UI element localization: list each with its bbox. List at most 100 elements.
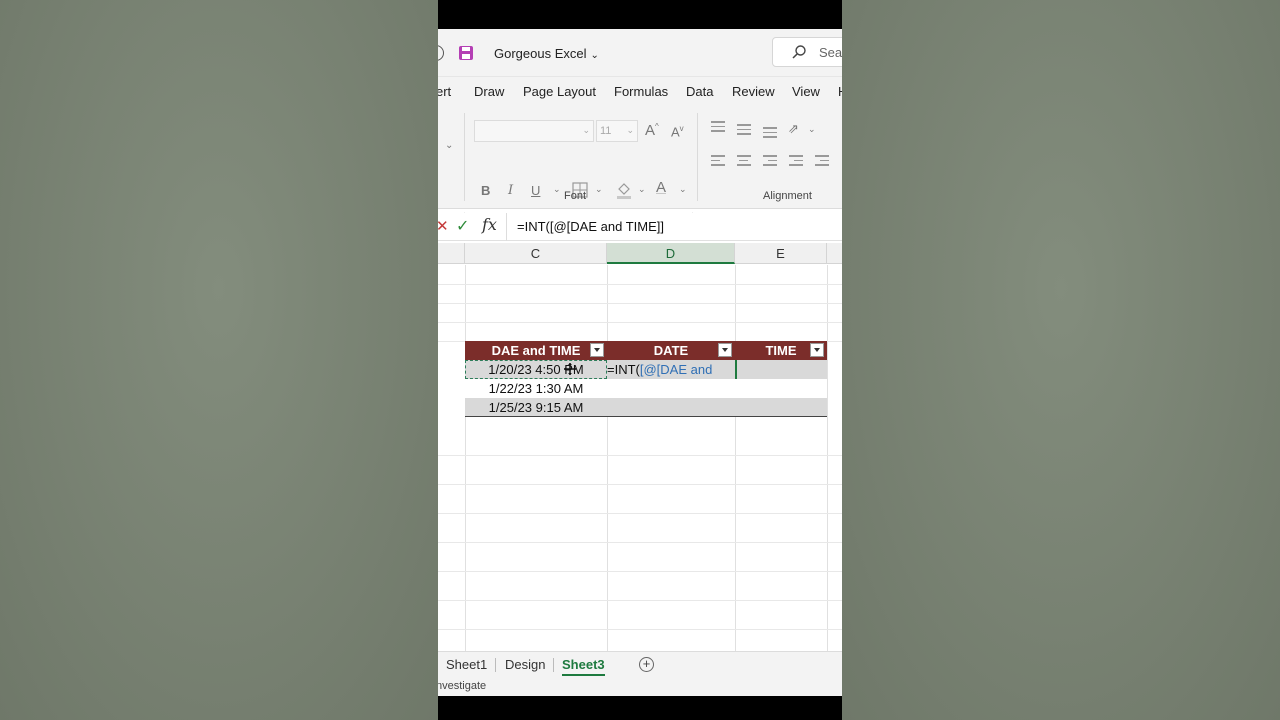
chevron-down-icon: ⌄ — [582, 125, 590, 135]
status-bar: nvestigate — [438, 677, 842, 696]
phone-frame: Gorgeous Excel⌄ Sear ert Draw Page Layou… — [438, 0, 842, 720]
tab-data[interactable]: Data — [686, 84, 713, 99]
cancel-icon[interactable]: ✕ — [438, 217, 449, 235]
font-size-value: 11 — [600, 125, 612, 137]
align-middle-icon[interactable] — [737, 124, 751, 138]
select-all-corner[interactable] — [438, 243, 465, 264]
chevron-down-icon: ⌄ — [626, 125, 634, 135]
grid-line — [438, 322, 842, 323]
italic-icon[interactable]: I — [508, 183, 513, 198]
add-sheet-icon[interactable]: + — [639, 657, 654, 672]
grid-line — [438, 542, 842, 543]
font-color-icon[interactable]: A — [656, 179, 666, 196]
column-header-e[interactable]: E — [735, 243, 827, 264]
sheet-tab-sheet1[interactable]: Sheet1 — [446, 657, 487, 672]
insert-function-icon[interactable]: fx — [482, 215, 497, 234]
ribbon: ⌄ ⌄ 11⌄ A^ Av B I U ⌄ ⌄ ⌄ A ⌄ ⇲ Font ⇲ — [438, 107, 842, 223]
autosave-toggle-icon[interactable] — [438, 45, 444, 61]
search-box[interactable]: Sear — [772, 37, 842, 67]
formula-input[interactable]: =INT([@[DAE and TIME]] — [506, 213, 842, 241]
chevron-down-icon[interactable]: ⌄ — [553, 184, 561, 195]
chevron-down-icon[interactable]: ⌄ — [638, 184, 646, 195]
tab-separator — [553, 658, 554, 672]
alignment-group-label: Alignment — [763, 190, 812, 202]
align-left-icon[interactable] — [711, 155, 725, 169]
filter-dropdown-icon[interactable] — [590, 343, 604, 357]
column-header-c[interactable]: C — [465, 243, 607, 264]
table-row: 1/25/23 9:15 AM — [465, 398, 827, 417]
group-divider — [464, 113, 465, 201]
sheet-tab-design[interactable]: Design — [505, 657, 545, 672]
filter-dropdown-icon[interactable] — [718, 343, 732, 357]
table-header-date[interactable]: DATE — [607, 341, 735, 360]
increase-indent-icon[interactable] — [815, 155, 829, 169]
chevron-down-icon[interactable]: ⌄ — [808, 124, 816, 135]
align-top-icon[interactable] — [711, 121, 725, 135]
align-center-icon[interactable] — [737, 155, 751, 169]
font-name-select[interactable]: ⌄ — [474, 120, 594, 142]
table-row: 1/20/23 4:50 PM =INT([@[DAE andTIME]] — [465, 360, 827, 398]
table-header-label: DAE and TIME — [491, 343, 581, 358]
group-divider — [697, 113, 698, 201]
table-header-label: DATE — [653, 343, 689, 358]
cell-e-row1[interactable] — [735, 360, 827, 379]
bold-icon[interactable]: B — [481, 183, 490, 198]
ribbon-tabs: ert Draw Page Layout Formulas Data Revie… — [438, 77, 842, 107]
table-header-date-time[interactable]: DAE and TIME — [465, 341, 607, 360]
column-headers: C D E — [438, 243, 842, 264]
grid-line — [438, 571, 842, 572]
chevron-down-icon[interactable]: ⌄ — [679, 184, 687, 195]
active-cell-edge — [735, 360, 737, 379]
background-left — [0, 0, 438, 720]
tab-view[interactable]: View — [792, 84, 820, 99]
cell-e-row2[interactable] — [735, 379, 827, 398]
enter-icon[interactable]: ✓ — [456, 216, 469, 236]
grid-line — [438, 455, 842, 456]
decrease-indent-icon[interactable] — [789, 155, 803, 169]
grid-line — [438, 629, 842, 630]
cursor-move-icon — [564, 363, 576, 375]
tab-page-layout[interactable]: Page Layout — [523, 84, 596, 99]
grid-line — [438, 513, 842, 514]
workbook-title-text: Gorgeous Excel — [494, 46, 587, 61]
align-bottom-icon[interactable] — [763, 127, 777, 141]
column-header-d[interactable]: D — [607, 243, 735, 264]
cell-c-row2[interactable]: 1/22/23 1:30 AM — [465, 379, 607, 398]
tab-separator — [495, 658, 496, 672]
cell-c-row3[interactable]: 1/25/23 9:15 AM — [465, 398, 607, 417]
tab-review[interactable]: Review — [732, 84, 775, 99]
tab-draw[interactable]: Draw — [474, 84, 504, 99]
workbook-title[interactable]: Gorgeous Excel ⌄ — [494, 46, 599, 61]
formula-bar: ✕ ✓ fx =INT([@[DAE and TIME]] — [438, 213, 842, 241]
cell-d-row3[interactable] — [607, 398, 735, 417]
chevron-down-icon: ⌄ — [590, 50, 599, 61]
worksheet-grid[interactable] — [438, 265, 842, 654]
fill-color-icon[interactable] — [616, 181, 632, 199]
table-header-label: TIME — [765, 343, 797, 358]
chevron-down-icon[interactable]: ⌄ — [445, 140, 453, 151]
tab-help[interactable]: H — [838, 84, 842, 99]
underline-icon[interactable]: U — [531, 183, 540, 198]
chevron-down-icon[interactable]: ⌄ — [595, 184, 603, 195]
tab-formulas[interactable]: Formulas — [614, 84, 668, 99]
excel-window: Gorgeous Excel⌄ Sear ert Draw Page Layou… — [438, 29, 842, 696]
grid-line — [735, 265, 736, 654]
cell-c-row1[interactable]: 1/20/23 4:50 PM — [465, 360, 607, 379]
table-header-time[interactable]: TIME — [735, 341, 827, 360]
grid-line — [438, 484, 842, 485]
font-size-select[interactable]: 11 ⌄ — [596, 120, 638, 142]
cell-e-row3[interactable] — [735, 398, 827, 417]
orientation-icon[interactable]: ⇗ — [788, 121, 799, 137]
status-text: nvestigate — [438, 680, 487, 692]
shrink-font-icon[interactable]: Av — [671, 124, 684, 139]
tab-insert[interactable]: ert — [438, 84, 451, 99]
sheet-tab-sheet3[interactable]: Sheet3 — [562, 657, 605, 676]
title-bar: Gorgeous Excel⌄ Sear — [438, 29, 842, 77]
save-icon[interactable] — [458, 45, 474, 61]
grid-line — [438, 600, 842, 601]
align-right-icon[interactable] — [763, 155, 777, 169]
filter-dropdown-icon[interactable] — [810, 343, 824, 357]
grow-font-icon[interactable]: A^ — [645, 122, 659, 139]
grid-line — [607, 265, 608, 654]
cell-border — [735, 379, 736, 398]
